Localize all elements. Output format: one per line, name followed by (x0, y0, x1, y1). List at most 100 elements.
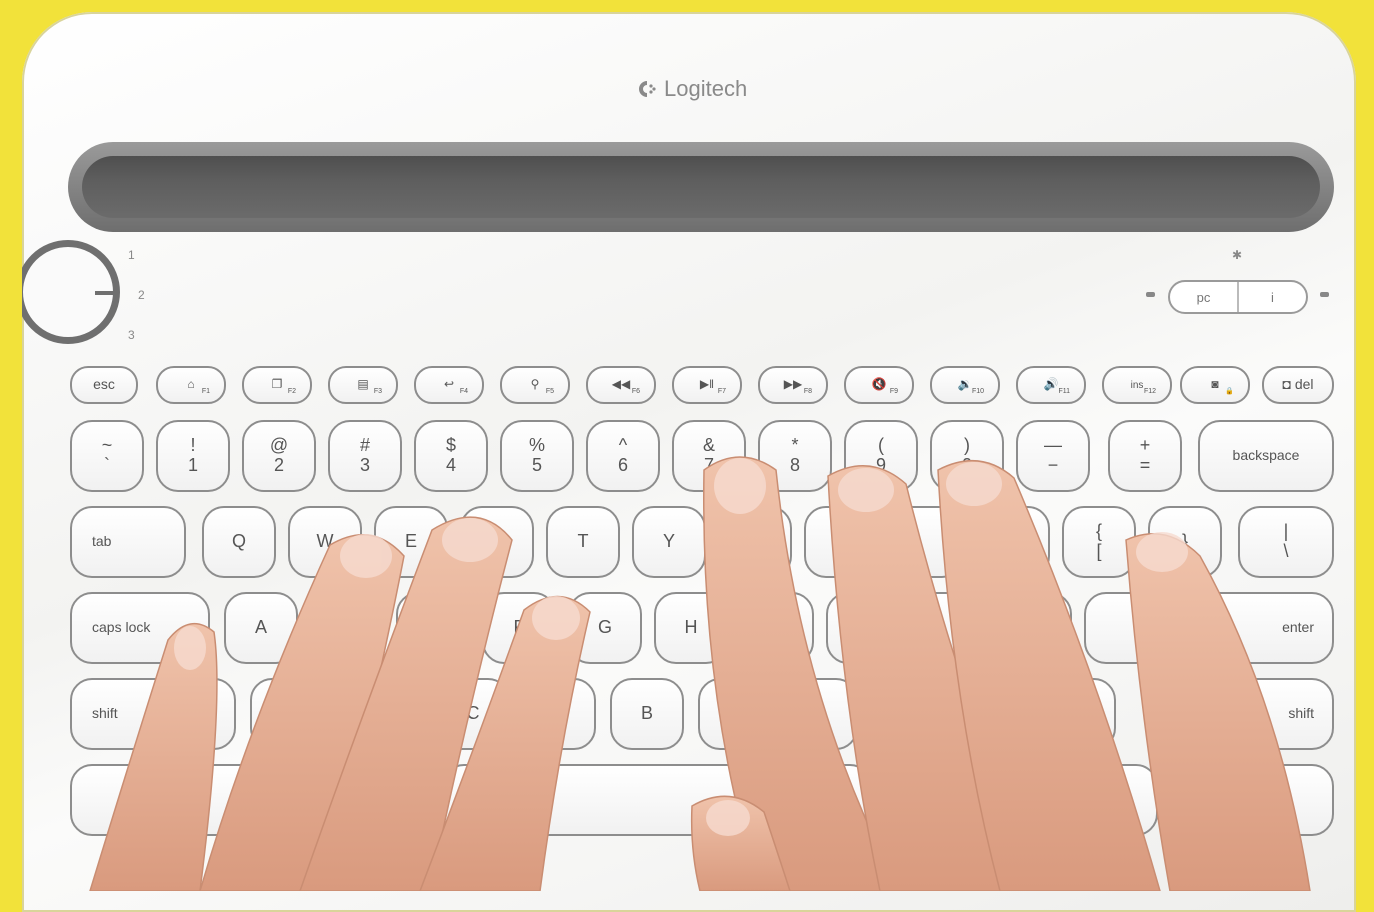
key-f7-label: F7 (717, 388, 726, 396)
key-k[interactable]: K (826, 592, 900, 664)
key-l[interactable] (912, 592, 986, 664)
key-2[interactable]: @2 (242, 420, 316, 492)
key-caps-label: caps lock (92, 619, 151, 636)
key-x[interactable] (336, 678, 410, 750)
key-f[interactable]: F (482, 592, 556, 664)
key-del-text: del (1294, 376, 1314, 393)
key-space[interactable] (442, 764, 872, 836)
key-o[interactable] (890, 506, 964, 578)
key-backspace-label: backspace (1232, 447, 1300, 464)
key-f5[interactable]: ⚲ F5 (500, 366, 570, 404)
key-slash[interactable] (1042, 678, 1116, 750)
key-backslash[interactable]: | \ (1238, 506, 1334, 578)
key-tilde[interactable]: ~ ` (70, 420, 144, 492)
key-comma-bottom: , (904, 713, 910, 733)
key-v[interactable] (522, 678, 596, 750)
key-start[interactable] (286, 764, 382, 836)
fast-forward-icon: ▶▶ (783, 377, 803, 392)
key-r[interactable] (460, 506, 534, 578)
key-y[interactable]: Y (632, 506, 706, 578)
key-f1[interactable]: ⌂ F1 (156, 366, 226, 404)
key-ins-label: ins (1130, 379, 1144, 391)
key-esc[interactable]: esc (70, 366, 138, 404)
key-1[interactable]: ! 1 (156, 420, 230, 492)
key-t[interactable]: T (546, 506, 620, 578)
key-up-down[interactable] (1170, 764, 1244, 836)
key-backspace[interactable]: backspace (1198, 420, 1334, 492)
key-rbracket[interactable]: } (1148, 506, 1222, 578)
key-0[interactable]: ) 0 (930, 420, 1004, 492)
key-minus-top: — (1044, 435, 1062, 456)
key-g[interactable]: G (568, 592, 642, 664)
key-h[interactable]: H (654, 592, 728, 664)
key-0-top: ) (964, 435, 970, 456)
key-f4[interactable]: ↩ F4 (414, 366, 484, 404)
key-f9[interactable]: 🔇 F9 (844, 366, 914, 404)
key-b[interactable]: B (610, 678, 684, 750)
key-f6[interactable]: ◀◀ F6 (586, 366, 656, 404)
key-f3[interactable]: ▤ F3 (328, 366, 398, 404)
key-e[interactable]: E (374, 506, 448, 578)
key-f7[interactable]: ▶‖ F7 (672, 366, 742, 404)
key-7[interactable]: & 7 (672, 420, 746, 492)
key-5[interactable]: % 5 (500, 420, 574, 492)
key-fn[interactable] (178, 764, 274, 836)
key-3[interactable]: #3 (328, 420, 402, 492)
key-caps-lock[interactable]: caps lock (70, 592, 210, 664)
key-ctrl[interactable] (70, 764, 166, 836)
key-f2[interactable]: ❐ F2 (242, 366, 312, 404)
key-f12[interactable]: ins F12 (1102, 366, 1172, 404)
key-lbracket[interactable]: {[ (1062, 506, 1136, 578)
key-8[interactable]: * 8 (758, 420, 832, 492)
key-q-label: Q (231, 531, 246, 552)
key-m[interactable] (784, 678, 858, 750)
key-f-label: F (513, 617, 525, 638)
key-f11[interactable]: 🔊 F11 (1016, 366, 1086, 404)
key-6-top: ^ (618, 435, 628, 456)
key-equals[interactable]: + = (1108, 420, 1182, 492)
key-f10[interactable]: 🔉 F10 (930, 366, 1000, 404)
key-w[interactable]: W (288, 506, 362, 578)
os-switch[interactable]: pc i (1168, 280, 1308, 314)
key-3-top: # (359, 435, 370, 456)
key-alt[interactable]: alt (888, 764, 984, 836)
key-comma[interactable]: <, (870, 678, 944, 750)
key-enter[interactable]: enter (1172, 592, 1334, 664)
key-minus[interactable]: — − (1016, 420, 1090, 492)
key-a[interactable]: A (224, 592, 298, 664)
key-shift-right[interactable]: shift (1172, 678, 1334, 750)
key-lbracket-top: { (1095, 521, 1102, 542)
key-left[interactable] (1084, 764, 1158, 836)
key-5-bottom: 5 (531, 455, 542, 475)
key-n[interactable]: N (698, 678, 772, 750)
key-right[interactable] (1260, 764, 1334, 836)
os-switch-pc[interactable]: pc (1170, 282, 1239, 312)
key-period[interactable] (956, 678, 1030, 750)
key-screenshot[interactable]: ◙ 🔒 (1180, 366, 1250, 404)
key-semicolon[interactable]: , (998, 592, 1072, 664)
key-j[interactable] (740, 592, 814, 664)
key-w-label: W (316, 531, 334, 552)
key-5-top: % (528, 435, 545, 456)
key-z[interactable] (250, 678, 324, 750)
key-9[interactable]: (9 (844, 420, 918, 492)
key-f5-label: F5 (545, 388, 554, 396)
key-6[interactable]: ^ 6 (586, 420, 660, 492)
key-quote[interactable] (1084, 592, 1158, 664)
key-s[interactable] (310, 592, 384, 664)
key-u[interactable] (718, 506, 792, 578)
key-shift-left[interactable]: shift (70, 678, 236, 750)
key-tab[interactable]: tab (70, 506, 186, 578)
key-d[interactable] (396, 592, 470, 664)
device-dial[interactable] (22, 240, 120, 344)
key-1-top: ! (190, 435, 196, 456)
key-4[interactable]: $4 (414, 420, 488, 492)
os-switch-ios[interactable]: i (1239, 282, 1306, 312)
key-c[interactable]: C (436, 678, 510, 750)
key-f8[interactable]: ▶▶ F8 (758, 366, 828, 404)
key-del[interactable]: ◘ del (1262, 366, 1334, 404)
key-i[interactable] (804, 506, 878, 578)
key-cmd[interactable] (998, 764, 1072, 836)
key-q[interactable]: Q (202, 506, 276, 578)
key-p[interactable] (976, 506, 1050, 578)
